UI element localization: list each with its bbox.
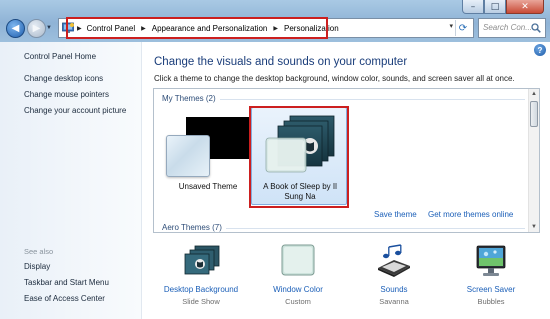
screen-saver-value: Bubbles: [477, 297, 505, 306]
window-color-item[interactable]: Window Color Custom: [248, 244, 348, 306]
window-color-label: Window Color: [273, 285, 323, 294]
breadcrumb-highlight: [66, 17, 328, 39]
theme-preview-window: [166, 135, 210, 177]
taskbar-start-menu-link[interactable]: Taskbar and Start Menu: [24, 278, 109, 287]
sounds-item[interactable]: Sounds Savanna: [344, 244, 444, 306]
scroll-down-icon[interactable]: ▼: [529, 222, 539, 232]
sounds-icon: [378, 244, 410, 277]
theme-label-unsaved: Unsaved Theme: [178, 182, 238, 191]
control-panel-home-link[interactable]: Control Panel Home: [24, 52, 96, 61]
search-input[interactable]: Search Con...: [478, 18, 546, 38]
sounds-label: Sounds: [380, 285, 408, 294]
change-desktop-icons-link[interactable]: Change desktop icons: [24, 74, 103, 83]
scroll-up-icon[interactable]: ▲: [529, 89, 539, 99]
save-theme-link[interactable]: Save theme: [374, 210, 417, 219]
desktop-background-item[interactable]: Desktop Background Slide Show: [151, 244, 251, 306]
recent-pages-dropdown[interactable]: ▼: [46, 25, 52, 31]
sounds-value: Savanna: [379, 297, 409, 306]
search-icon[interactable]: [531, 23, 541, 33]
desktop-background-label: Desktop Background: [163, 285, 239, 294]
change-mouse-pointers-link[interactable]: Change mouse pointers: [24, 90, 109, 99]
caption-buttons: – □ ✕: [462, 0, 544, 14]
minimize-button[interactable]: –: [462, 0, 484, 14]
forward-button[interactable]: ▶: [27, 19, 46, 38]
display-link[interactable]: Display: [24, 262, 50, 271]
page-title: Change the visuals and sounds on your co…: [154, 56, 408, 68]
group-divider: [226, 228, 525, 229]
help-icon[interactable]: ?: [534, 44, 546, 56]
address-dropdown-icon[interactable]: ▾: [449, 22, 453, 30]
my-themes-header[interactable]: My Themes (2): [162, 94, 216, 103]
aero-themes-header[interactable]: Aero Themes (7): [162, 223, 222, 232]
refresh-icon[interactable]: ⟳: [455, 20, 470, 36]
window-color-icon: [281, 244, 315, 276]
see-also-heading: See also: [24, 247, 54, 256]
back-arrow-icon: ◀: [11, 23, 20, 34]
scrollbar-thumb[interactable]: [530, 101, 538, 127]
maximize-button[interactable]: □: [484, 0, 506, 14]
window-color-value: Custom: [285, 297, 311, 306]
forward-arrow-icon: ▶: [32, 23, 41, 34]
title-bar: – □ ✕ ◀ ▶ ▼ ▶ Control Panel ▶ Appearance…: [0, 0, 550, 42]
get-more-themes-link[interactable]: Get more themes online: [428, 210, 513, 219]
search-placeholder: Search Con...: [483, 23, 532, 32]
ease-of-access-link[interactable]: Ease of Access Center: [24, 294, 105, 303]
back-button[interactable]: ◀: [6, 19, 25, 38]
change-account-picture-link[interactable]: Change your account picture: [24, 106, 126, 115]
selected-theme-highlight: [249, 106, 349, 208]
screen-saver-label: Screen Saver: [466, 285, 516, 294]
screen-saver-icon: [476, 245, 506, 276]
desktop-background-value: Slide Show: [182, 297, 220, 306]
desktop-background-icon: [184, 245, 220, 275]
left-pane: Control Panel Home Change desktop icons …: [0, 42, 142, 319]
screen-saver-item[interactable]: Screen Saver Bubbles: [441, 244, 541, 306]
close-button[interactable]: ✕: [506, 0, 544, 14]
page-description: Click a theme to change the desktop back…: [154, 74, 515, 83]
vertical-scrollbar[interactable]: ▲ ▼: [528, 89, 539, 232]
group-divider: [220, 99, 525, 100]
